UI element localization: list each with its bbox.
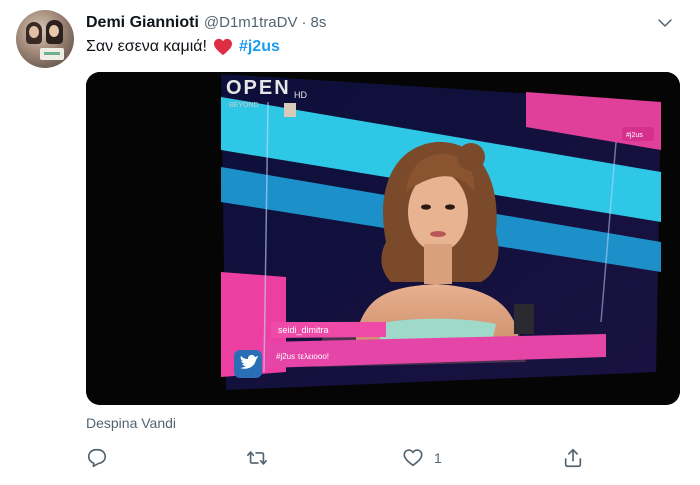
separator-dot: · xyxy=(301,14,307,31)
author-handle[interactable]: @D1m1traDV xyxy=(204,14,298,31)
hashtag-link[interactable]: #j2us xyxy=(239,38,280,56)
channel-hd-text: HD xyxy=(294,90,307,100)
like-button[interactable]: 1 xyxy=(402,446,442,470)
share-icon xyxy=(564,448,582,468)
red-heart-emoji-icon xyxy=(213,38,232,56)
channel-logo-text: OPEN xyxy=(226,77,291,99)
media-person-tag[interactable]: Despina Vandi xyxy=(86,415,176,431)
tweet-text-main: Σαν εσενα καμιά! xyxy=(86,38,207,55)
tweet-text: Σαν εσενα καμιά! #j2us xyxy=(86,38,280,56)
tweet-actions-bar: 1 xyxy=(86,446,680,472)
heart-icon xyxy=(403,449,423,467)
retweet-icon xyxy=(247,451,267,465)
tv-comment-user: seidi_dimitra xyxy=(278,325,329,335)
tweet-header: Demi Giannioti @D1m1traDV · 8s xyxy=(86,14,326,32)
tweet-card[interactable]: Demi Giannioti @D1m1traDV · 8s Σαν εσενα… xyxy=(0,0,700,485)
channel-sub-text: BEYOND xyxy=(229,102,259,109)
share-button[interactable] xyxy=(562,446,584,470)
reply-button[interactable] xyxy=(86,446,108,470)
tv-screen-photo: OPEN HD BEYOND #j2us seidi_dimitra #j2us… xyxy=(86,72,680,405)
corner-hashtag-tag: #j2us xyxy=(626,132,643,139)
tweet-media-photo[interactable]: OPEN HD BEYOND #j2us seidi_dimitra #j2us… xyxy=(86,72,680,405)
like-count: 1 xyxy=(434,450,442,466)
retweet-button[interactable] xyxy=(246,446,268,470)
channel-house-icon xyxy=(284,103,296,117)
author-name[interactable]: Demi Giannioti xyxy=(86,14,199,32)
tv-comment-text: #j2us τελειοοο! xyxy=(276,352,329,361)
chevron-down-icon[interactable] xyxy=(656,14,674,32)
tweet-timestamp[interactable]: 8s xyxy=(311,14,327,31)
avatar[interactable] xyxy=(16,10,74,68)
reply-icon xyxy=(87,448,107,468)
